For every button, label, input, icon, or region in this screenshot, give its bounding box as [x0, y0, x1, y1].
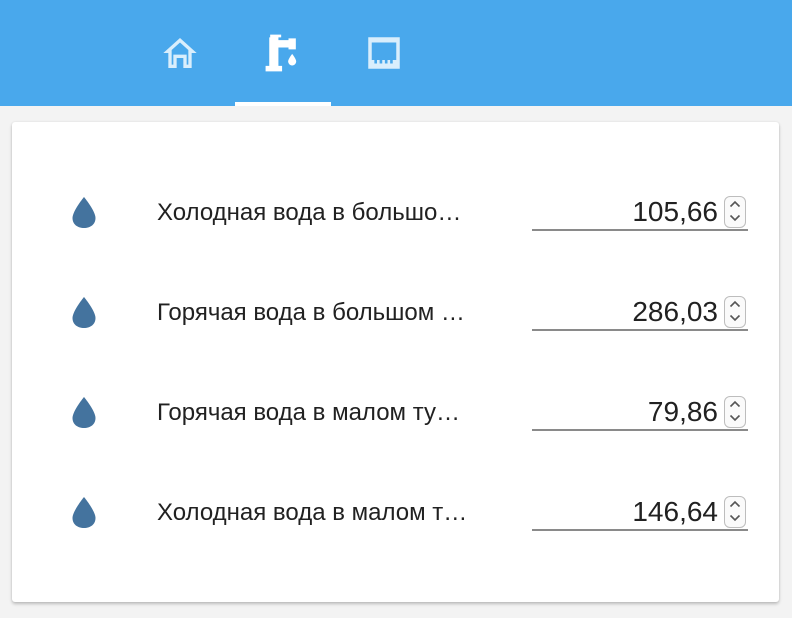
chevron-down-icon[interactable] — [729, 414, 741, 422]
ethernet-icon — [368, 37, 400, 69]
selected-tab-indicator — [235, 102, 331, 106]
water-pump-icon — [265, 34, 297, 72]
water-drop-icon — [72, 397, 96, 428]
meter-label: Горячая вода в малом ту… — [157, 399, 460, 426]
meters-card: Холодная вода в большо… 105,66 Горячая в… — [12, 122, 779, 602]
chevron-down-icon[interactable] — [729, 514, 741, 522]
tab-water-meters[interactable] — [235, 0, 331, 106]
meter-label: Горячая вода в большом … — [157, 299, 465, 326]
meter-row: Горячая вода в малом ту… 79,86 — [12, 372, 779, 452]
chevron-up-icon[interactable] — [729, 400, 741, 408]
meter-value: 286,03 — [632, 296, 718, 327]
home-icon — [163, 38, 197, 68]
tab-home[interactable] — [132, 0, 228, 106]
number-spinner[interactable] — [724, 396, 746, 428]
chevron-down-icon[interactable] — [729, 314, 741, 322]
meter-label: Холодная вода в малом т… — [157, 499, 468, 526]
number-spinner[interactable] — [724, 496, 746, 528]
meter-row: Холодная вода в большо… 105,66 — [12, 172, 779, 252]
meter-value: 146,64 — [632, 496, 718, 527]
tab-network[interactable] — [336, 0, 432, 106]
meter-value-input[interactable]: 105,66 — [532, 186, 748, 231]
number-spinner[interactable] — [724, 196, 746, 228]
chevron-up-icon[interactable] — [729, 300, 741, 308]
water-drop-icon — [72, 497, 96, 528]
water-drop-icon — [72, 197, 96, 228]
meter-value-input[interactable]: 146,64 — [532, 486, 748, 531]
number-spinner[interactable] — [724, 296, 746, 328]
meter-value: 79,86 — [647, 396, 718, 427]
chevron-up-icon[interactable] — [729, 200, 741, 208]
meter-row: Холодная вода в малом т… 146,64 — [12, 472, 779, 552]
meter-value-input[interactable]: 286,03 — [532, 286, 748, 331]
meter-row: Горячая вода в большом … 286,03 — [12, 272, 779, 352]
meter-label: Холодная вода в большо… — [157, 199, 462, 226]
chevron-up-icon[interactable] — [729, 500, 741, 508]
water-drop-icon — [72, 297, 96, 328]
top-app-bar — [0, 0, 792, 106]
meter-value-input[interactable]: 79,86 — [532, 386, 748, 431]
chevron-down-icon[interactable] — [729, 214, 741, 222]
meter-value: 105,66 — [632, 196, 718, 227]
